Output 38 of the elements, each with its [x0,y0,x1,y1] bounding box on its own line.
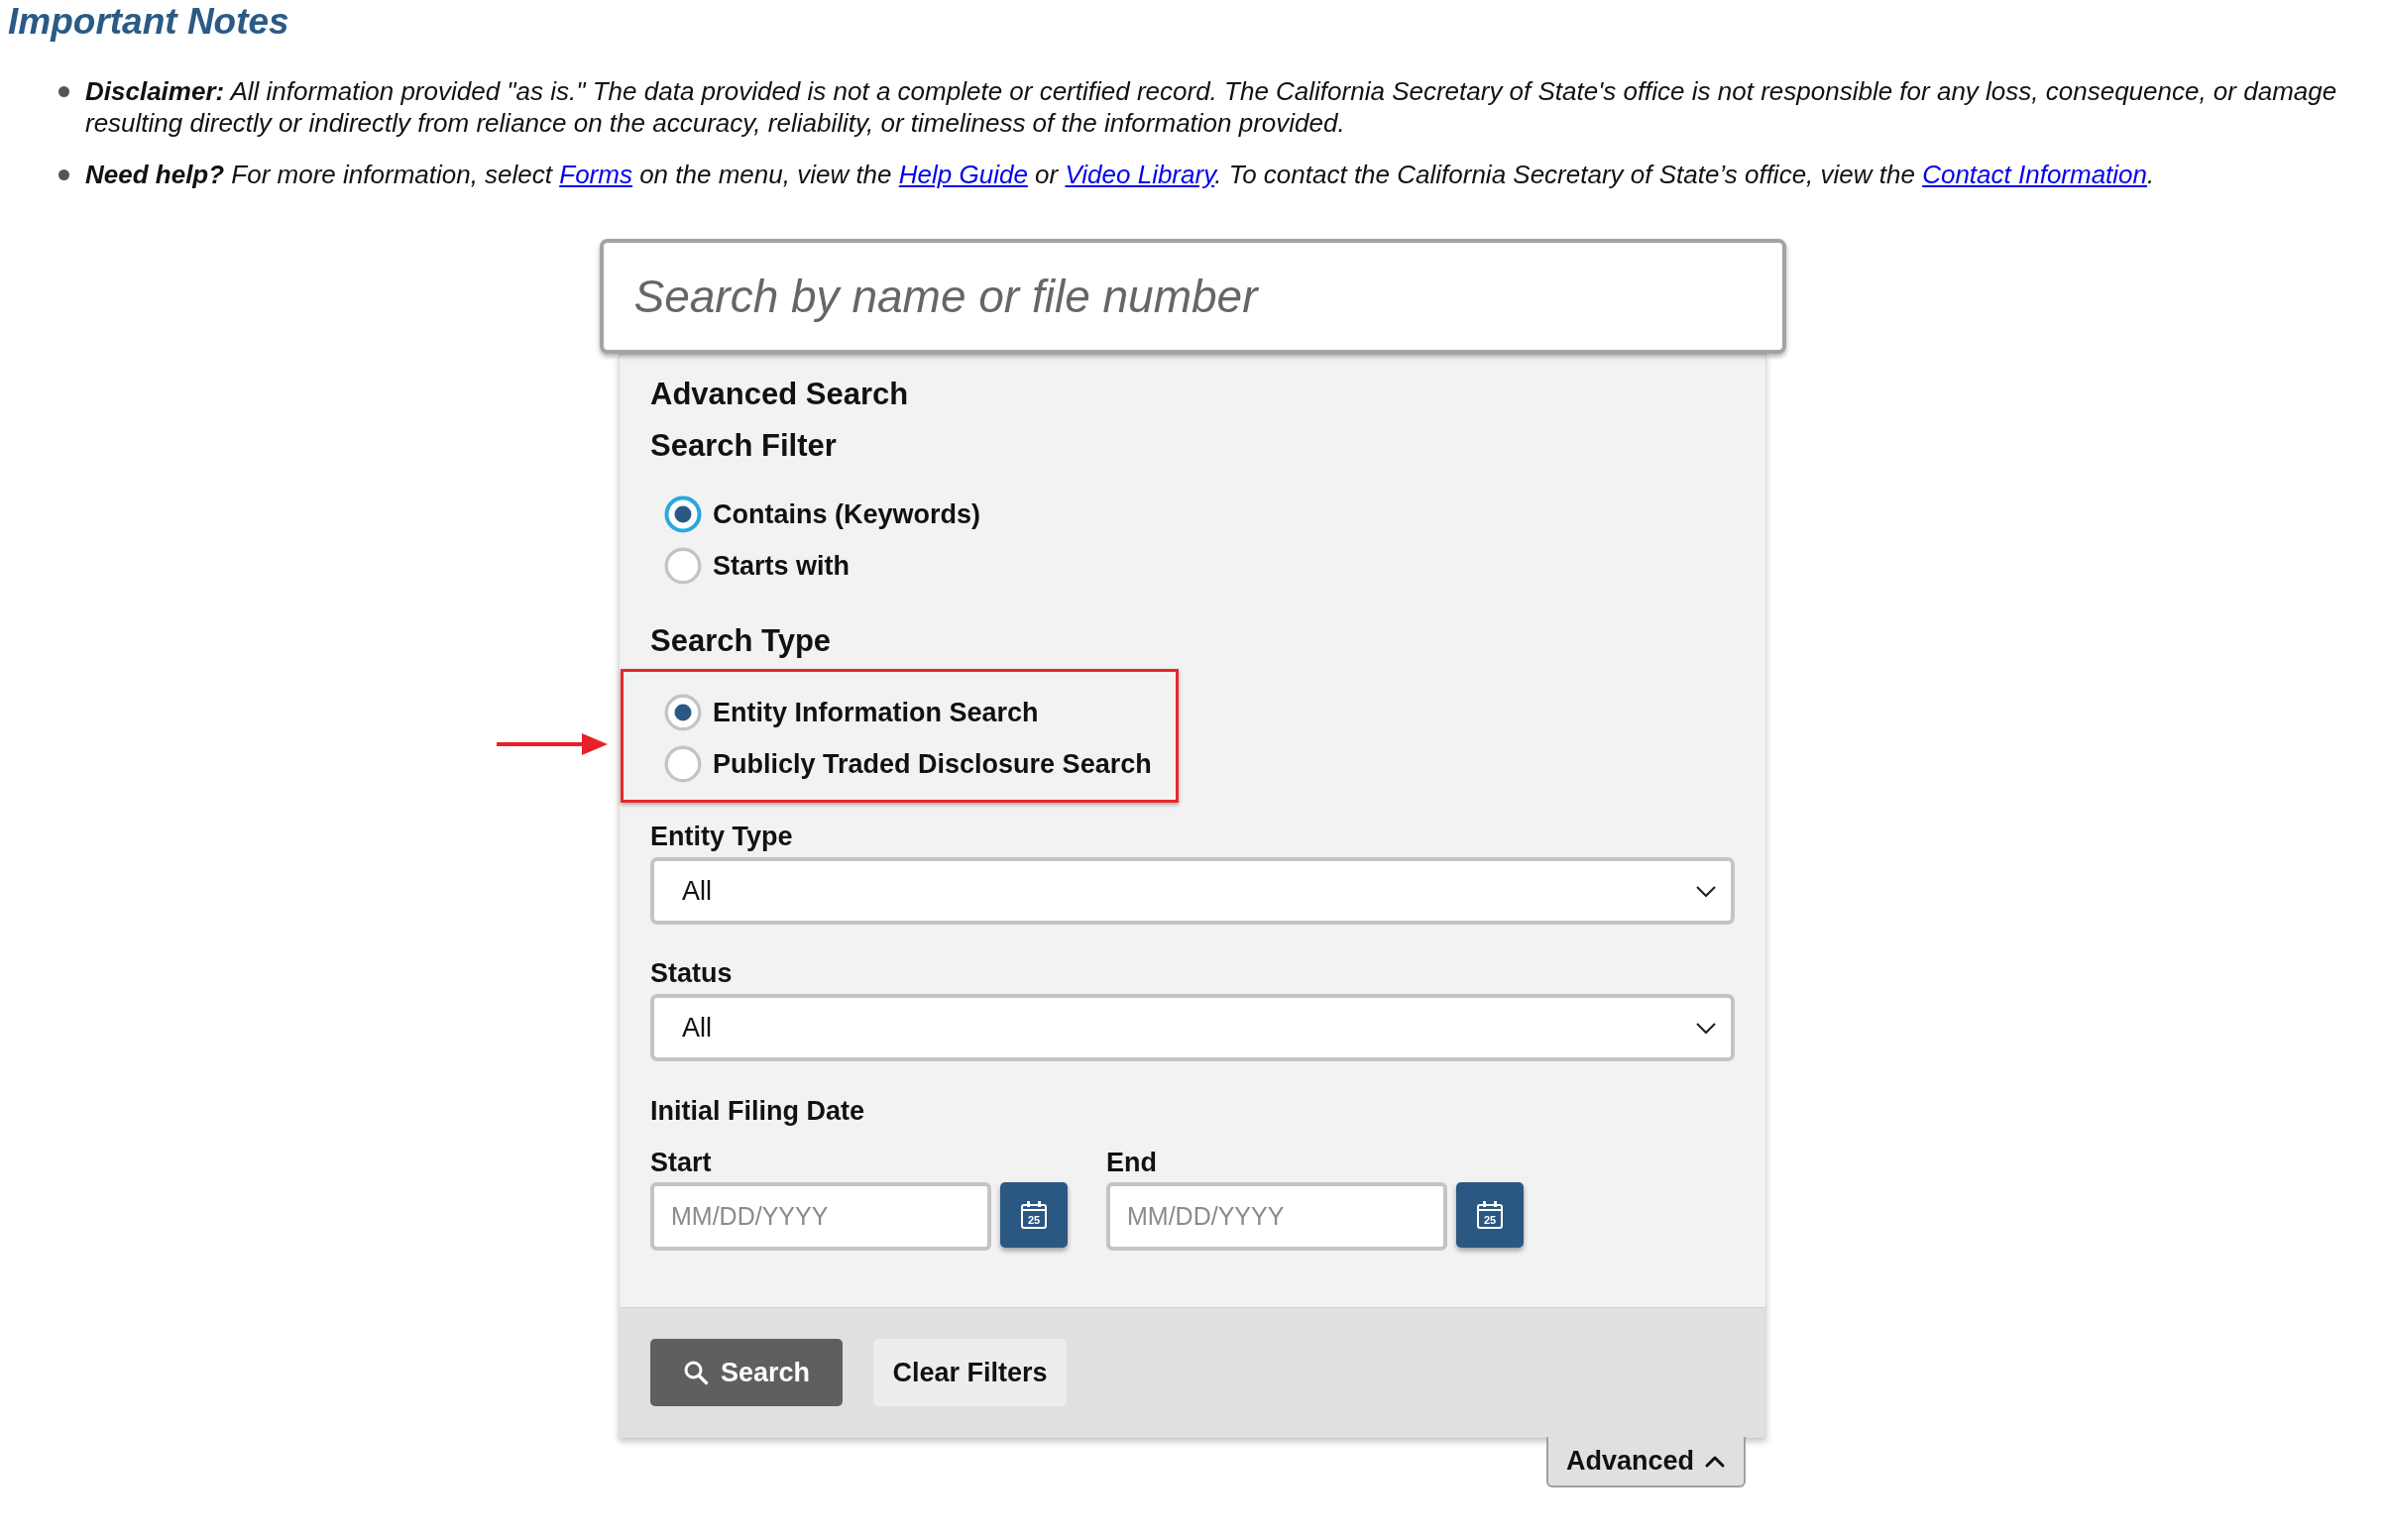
search-icon [682,1360,709,1385]
chevron-down-icon [1695,884,1717,898]
text-link[interactable]: Help Guide [898,160,1028,189]
radio-label[interactable]: Starts with [713,549,851,583]
notes-heading: Important Notes [7,0,289,44]
clear-filters-button[interactable]: Clear Filters [873,1339,1067,1406]
field-label: End [1106,1147,1157,1179]
radio-label[interactable]: Entity Information Search [713,696,1039,729]
text-link[interactable]: Forms [559,160,632,189]
note-text: Need help? For more information, select Forms on the menu, view the Help Guide or Video Library. To contact the California Secretary of State’s office, view the Contact Information. [85,159,2155,190]
search-button[interactable]: Search [650,1339,843,1406]
section-heading: Search Filter [650,427,837,465]
text-link[interactable]: Contact Information [1922,160,2148,189]
field-label: Entity Type [650,821,793,853]
radio-button[interactable] [664,745,702,783]
select-dropdown[interactable]: All [650,994,1735,1061]
field-label: Start [650,1147,712,1179]
field-label: Status [650,957,733,990]
bullet-icon [58,169,69,180]
bullet-icon [58,86,69,97]
select-dropdown[interactable]: All [650,857,1735,925]
section-heading: Search Type [650,622,832,660]
section-heading: Advanced Search [650,376,909,413]
radio-label[interactable]: Publicly Traded Disclosure Search [713,747,1152,781]
text-link[interactable]: Video Library [1065,160,1215,189]
radio-button[interactable] [664,495,702,533]
calendar-button[interactable]: 25 [1456,1182,1524,1248]
date-field[interactable]: MM/DD/YYYY [650,1182,991,1251]
chevron-down-icon [1695,1021,1717,1035]
field-label: Initial Filing Date [650,1095,864,1128]
search-field[interactable]: Search by name or file number [599,239,1786,354]
radio-button[interactable] [664,694,702,731]
advanced-toggle-button[interactable]: Advanced [1546,1437,1746,1487]
radio-label[interactable]: Contains (Keywords) [713,497,981,531]
calendar-button[interactable]: 25 [1000,1182,1068,1248]
radio-button[interactable] [664,547,702,585]
date-field[interactable]: MM/DD/YYYY [1106,1182,1447,1251]
note-text: Disclaimer: All information provided "as is." The data provided is not a complete or certified record. The California Secretary of State's office is not responsible for any loss, consequence, or damage resulting directly or indirectly from reliance on the accuracy, reliability, or timeliness of the information provided. [85,75,2338,139]
